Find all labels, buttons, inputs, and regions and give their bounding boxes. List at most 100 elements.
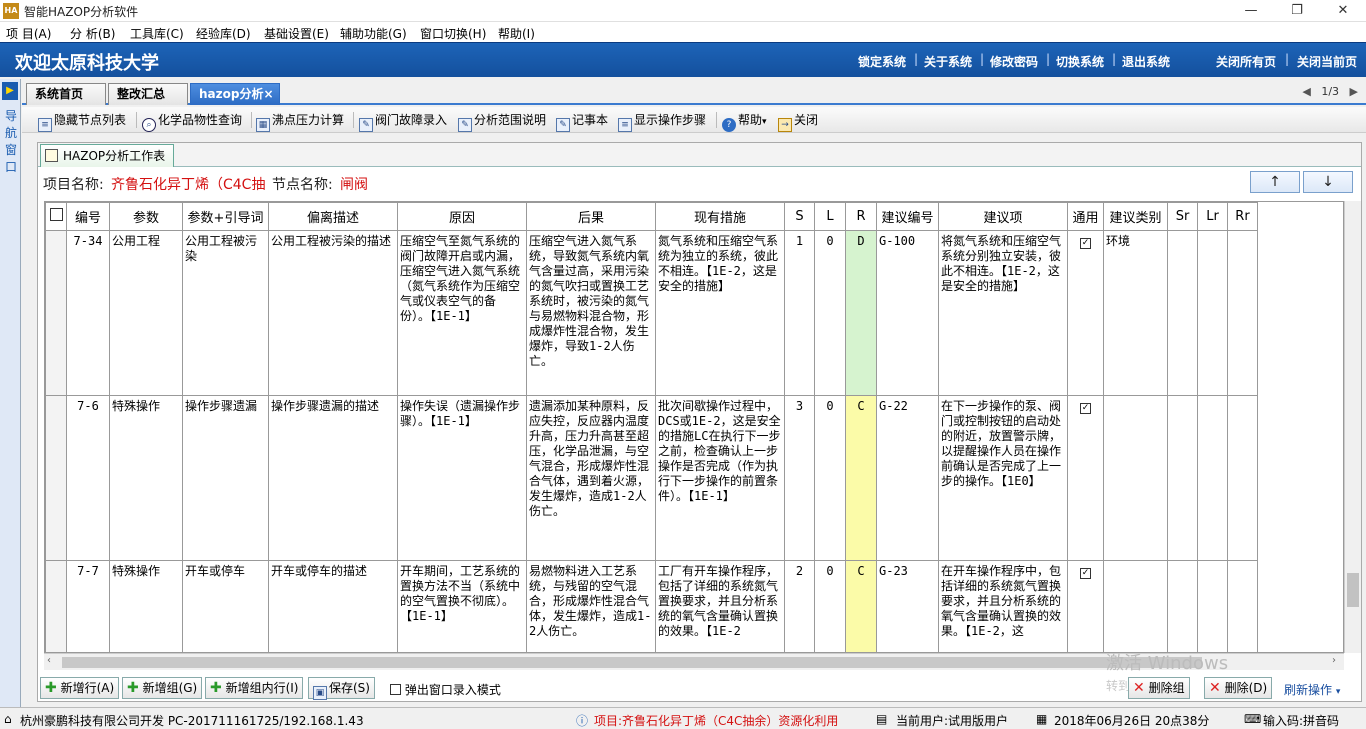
expand-nav-icon[interactable]: ▶: [2, 82, 18, 100]
menu-analysis[interactable]: 分 析(B): [70, 25, 115, 42]
next-page-icon[interactable]: ▶: [1350, 85, 1358, 98]
restore-icon[interactable]: ❐: [1274, 0, 1320, 22]
column-header[interactable]: Rr: [1227, 202, 1258, 231]
cell-id[interactable]: 7-7: [66, 560, 110, 652]
minimize-icon[interactable]: —: [1228, 0, 1274, 22]
column-header[interactable]: 参数+引导词: [182, 202, 269, 231]
vertical-scrollbar[interactable]: [1344, 201, 1361, 653]
analysis-scope-button[interactable]: ✎ 分析范围说明: [458, 110, 546, 132]
cell-l[interactable]: 0: [814, 395, 846, 561]
nav-window-strip[interactable]: ▶ 导 航 窗 口: [0, 79, 21, 707]
boiling-pressure-calc-button[interactable]: ▦ 沸点压力计算: [256, 110, 344, 132]
cell-measures[interactable]: 氮气系统和压缩空气系统为独立的系统，彼此不相连。【1E-2，这是安全的措施】: [655, 230, 785, 396]
cell-s[interactable]: 1: [784, 230, 815, 396]
tab-close-icon[interactable]: ×: [263, 87, 273, 101]
cell-suggestion[interactable]: 在下一步操作的泵、阀门或控制按钮的启动处的附近，放置警示牌，以提醒操作人员在操作…: [938, 395, 1068, 561]
row-selector[interactable]: [45, 560, 67, 652]
vertical-scroll-thumb[interactable]: [1347, 573, 1359, 607]
column-header[interactable]: 后果: [526, 202, 656, 231]
column-header[interactable]: 建议编号: [876, 202, 939, 231]
cell-param[interactable]: 公用工程: [109, 230, 183, 396]
column-header[interactable]: 现有措施: [655, 202, 785, 231]
cell-cause[interactable]: 压缩空气至氮气系统的阀门故障开启或内漏，压缩空气进入氮气系统（氮气系统作为压缩空…: [397, 230, 527, 396]
cell-sr[interactable]: [1167, 560, 1198, 652]
cell-lr[interactable]: [1197, 560, 1228, 652]
column-header[interactable]: 建议项: [938, 202, 1068, 231]
menu-aux[interactable]: 辅助功能(G): [340, 25, 407, 42]
save-button[interactable]: ▣ 保存(S): [308, 677, 375, 700]
add-group-button[interactable]: ✚ 新增组(G): [122, 677, 203, 699]
column-header[interactable]: R: [845, 202, 877, 231]
cell-param-guide[interactable]: 公用工程被污染: [182, 230, 269, 396]
cell-suggestion-id[interactable]: G-100: [876, 230, 939, 396]
select-all-box[interactable]: [49, 208, 63, 221]
general-checkbox[interactable]: ✓: [1080, 568, 1091, 579]
hazop-grid[interactable]: 编号 参数 参数+引导词 偏离描述 原因 后果 现有措施 S L R 建议编号 …: [44, 201, 1344, 653]
popup-mode-checkbox[interactable]: [390, 684, 401, 695]
notepad-button[interactable]: ✎ 记事本: [556, 110, 608, 132]
column-header[interactable]: 原因: [397, 202, 527, 231]
cell-l[interactable]: 0: [814, 230, 846, 396]
cell-param[interactable]: 特殊操作: [109, 560, 183, 652]
tab-home[interactable]: 系统首页: [26, 83, 106, 105]
tab-rectification-summary[interactable]: 整改汇总: [108, 83, 188, 105]
close-button[interactable]: → 关闭: [778, 110, 818, 132]
cell-general[interactable]: ✓: [1067, 560, 1104, 652]
scroll-left-icon[interactable]: ‹: [47, 655, 51, 666]
cell-suggestion-id[interactable]: G-22: [876, 395, 939, 561]
row-selector[interactable]: [45, 395, 67, 561]
change-password-link[interactable]: 修改密码: [990, 53, 1038, 70]
cell-param-guide[interactable]: 操作步骤遗漏: [182, 395, 269, 561]
cell-deviation[interactable]: 操作步骤遗漏的描述: [268, 395, 398, 561]
help-dropdown-button[interactable]: ? 帮助▾: [722, 110, 767, 132]
cell-suggestion[interactable]: 在开车操作程序中，包括详细的系统氮气置换要求，并且分析系统的氧气含量确认置换的效…: [938, 560, 1068, 652]
cell-category[interactable]: [1103, 560, 1168, 652]
column-header[interactable]: 编号: [66, 202, 110, 231]
refresh-dropdown[interactable]: 刷新操作 ▾: [1284, 681, 1340, 698]
move-down-button[interactable]: ↓: [1303, 171, 1353, 193]
column-header[interactable]: S: [784, 202, 815, 231]
about-system-link[interactable]: 关于系统: [924, 53, 972, 70]
cell-r[interactable]: D: [845, 230, 877, 396]
switch-system-link[interactable]: 切换系统: [1056, 53, 1104, 70]
cell-suggestion-id[interactable]: G-23: [876, 560, 939, 652]
column-header[interactable]: Lr: [1197, 202, 1228, 231]
cell-consequence[interactable]: 易燃物料进入工艺系统，与残留的空气混合，形成爆炸性混合气体，发生爆炸，造成1-2…: [526, 560, 656, 652]
cell-suggestion[interactable]: 将氮气系统和压缩空气系统分别独立安装，彼此不相连。【1E-2，这是安全的措施】: [938, 230, 1068, 396]
cell-deviation[interactable]: 公用工程被污染的描述: [268, 230, 398, 396]
column-header[interactable]: 建议类别: [1103, 202, 1168, 231]
close-current-page-link[interactable]: 关闭当前页: [1297, 53, 1357, 70]
scroll-right-icon[interactable]: ›: [1332, 655, 1336, 666]
cell-sr[interactable]: [1167, 230, 1198, 396]
row-selector[interactable]: [45, 230, 67, 396]
close-all-pages-link[interactable]: 关闭所有页: [1216, 53, 1276, 70]
cell-s[interactable]: 2: [784, 560, 815, 652]
table-row[interactable]: 7-6 特殊操作 操作步骤遗漏 操作步骤遗漏的描述 操作失误（遗漏操作步骤）。【…: [45, 395, 1258, 561]
popup-mode-toggle[interactable]: 弹出窗口录入模式: [390, 681, 501, 698]
menu-project[interactable]: 项 目(A): [6, 25, 51, 42]
cell-category[interactable]: [1103, 395, 1168, 561]
cell-general[interactable]: ✓: [1067, 395, 1104, 561]
prev-page-icon[interactable]: ◀: [1302, 85, 1310, 98]
tab-hazop-analysis[interactable]: hazop分析×: [190, 83, 280, 105]
cell-consequence[interactable]: 遗漏添加某种原料，反应失控，反应器内温度升高，压力升高甚至超压，化学品泄漏，与空…: [526, 395, 656, 561]
cell-rr[interactable]: [1227, 395, 1258, 561]
row-selector-header[interactable]: [45, 202, 67, 231]
column-header[interactable]: 通用: [1067, 202, 1104, 231]
cell-r[interactable]: C: [845, 395, 877, 561]
cell-deviation[interactable]: 开车或停车的描述: [268, 560, 398, 652]
general-checkbox[interactable]: ✓: [1080, 238, 1091, 249]
menu-window-switch[interactable]: 窗口切换(H): [420, 25, 486, 42]
cell-general[interactable]: ✓: [1067, 230, 1104, 396]
column-header[interactable]: 参数: [109, 202, 183, 231]
exit-system-link[interactable]: 退出系统: [1122, 53, 1170, 70]
delete-group-button[interactable]: ✕ 删除组: [1128, 677, 1190, 699]
cell-sr[interactable]: [1167, 395, 1198, 561]
cell-cause[interactable]: 开车期间，工艺系统的置换方法不当（系统中的空气置换不彻底）。【1E-1】: [397, 560, 527, 652]
general-checkbox[interactable]: ✓: [1080, 403, 1091, 414]
hide-node-list-button[interactable]: ≡ 隐藏节点列表: [38, 110, 126, 132]
cell-id[interactable]: 7-34: [66, 230, 110, 396]
cell-l[interactable]: 0: [814, 560, 846, 652]
cell-param-guide[interactable]: 开车或停车: [182, 560, 269, 652]
cell-s[interactable]: 3: [784, 395, 815, 561]
